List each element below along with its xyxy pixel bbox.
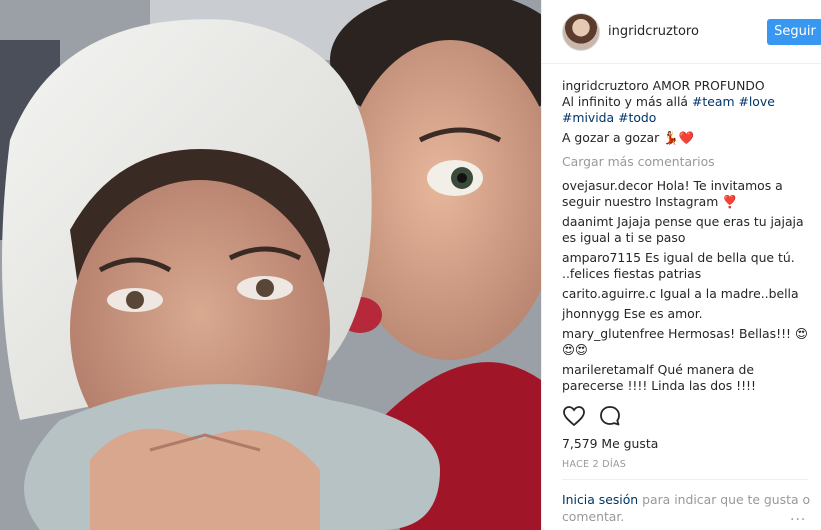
comment-item: jhonnygg Ese es amor. (562, 306, 812, 322)
comment-username[interactable]: carito.aguirre.c (562, 286, 656, 301)
comment-item: mary_glutenfree Hermosas! Bellas!!! 😍😍😍 (562, 326, 812, 358)
comment-username[interactable]: mary_glutenfree (562, 326, 664, 341)
comment-username[interactable]: amparo7115 (562, 250, 641, 265)
post-side-panel: ingridcruztoro Seguir ingridcruztoro AMO… (541, 0, 821, 530)
post-username[interactable]: ingridcruztoro (608, 24, 699, 39)
comment-username[interactable]: jhonnygg (562, 306, 620, 321)
post-timestamp: HACE 2 DÍAS (562, 459, 627, 470)
comment-username[interactable]: marileretamalf (562, 362, 654, 377)
caption-text-1: AMOR PROFUNDO (652, 78, 765, 93)
post-actions (562, 404, 812, 432)
comment-item: amparo7115 Es igual de bella que tú. ..f… (562, 250, 812, 282)
caption-line-4: A gozar a gozar 💃❤️ (562, 130, 694, 145)
hashtag-link[interactable]: #team (692, 94, 735, 109)
post-photo (0, 0, 541, 530)
comment-text: Ese es amor. (623, 306, 703, 321)
hands-shape (90, 428, 320, 530)
hashtag-link[interactable]: #mivida (562, 110, 614, 125)
comment-text: Igual a la madre..bella (659, 286, 799, 301)
comment-item: marileretamalf Qué manera de parecerse !… (562, 362, 812, 394)
heart-outline-icon[interactable] (562, 404, 586, 428)
caption-line-2: Al infinito y más allá #team #love (562, 94, 812, 110)
likes-count[interactable]: 7,579 Me gusta (562, 436, 658, 451)
divider (562, 479, 808, 480)
load-more-comments-link[interactable]: Cargar más comentarios (562, 154, 812, 170)
comment-item: ovejasur.decor Hola! Te invitamos a segu… (562, 178, 812, 210)
caption-line-3: #mivida #todo (562, 110, 812, 126)
post-header: ingridcruztoro Seguir (542, 0, 821, 64)
caption-username[interactable]: ingridcruztoro (562, 78, 649, 93)
speech-bubble-icon[interactable] (598, 404, 622, 428)
follow-button[interactable]: Seguir (767, 19, 821, 45)
photo-illustration (0, 0, 541, 530)
comments-section: ingridcruztoro AMOR PROFUNDO Al infinito… (562, 78, 812, 398)
caption-line-1: ingridcruztoro AMOR PROFUNDO (562, 78, 812, 94)
caption-text-2: Al infinito y más allá (562, 94, 689, 109)
hashtag-link[interactable]: #love (738, 94, 774, 109)
comment-username[interactable]: daanimt (562, 214, 613, 229)
login-link[interactable]: Inicia sesión (562, 492, 638, 507)
avatar[interactable] (562, 13, 600, 51)
comment-item: daanimt Jajaja pense que eras tu jajaja … (562, 214, 812, 246)
comment-item: carito.aguirre.c Igual a la madre..bella (562, 286, 812, 302)
login-prompt: Inicia sesión para indicar que te gusta … (562, 491, 812, 525)
comment-username[interactable]: ovejasur.decor (562, 178, 653, 193)
hashtag-link[interactable]: #todo (618, 110, 656, 125)
more-options-button[interactable]: ... (790, 508, 806, 524)
